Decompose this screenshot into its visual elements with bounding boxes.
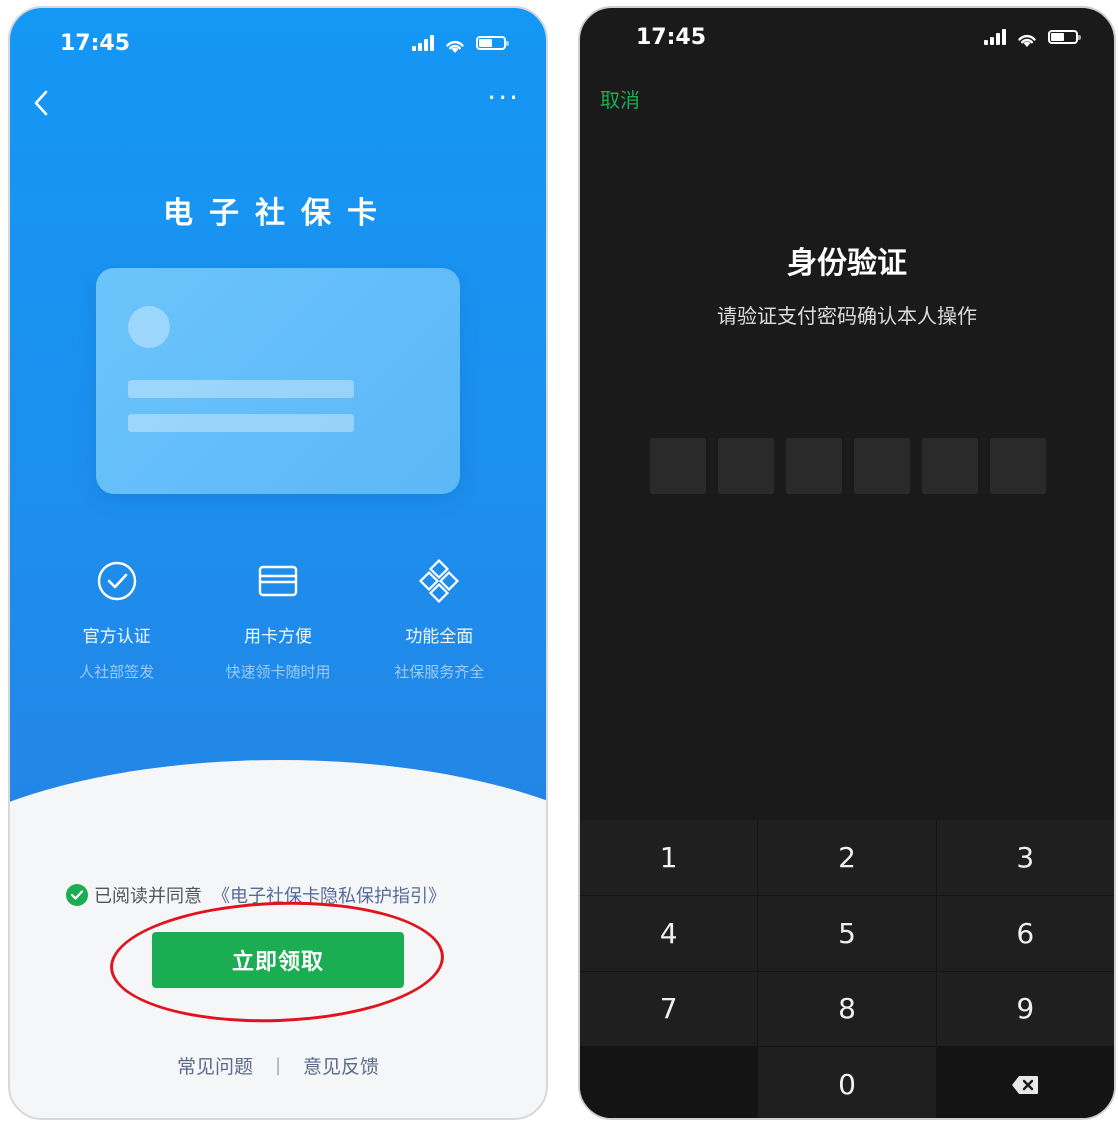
identity-verification-screen: 17:45 取消 身份验证 请验证支付密码确认本人操作 1 2 3 4 5 6 … — [578, 6, 1116, 1120]
key-4[interactable]: 4 — [580, 895, 758, 971]
feature-official: 官方认证 人社部签发 — [42, 556, 192, 682]
numeric-keypad: 1 2 3 4 5 6 7 8 9 0 — [580, 820, 1114, 1118]
feature-title: 功能全面 — [405, 627, 474, 647]
check-circle-icon[interactable] — [66, 884, 88, 906]
agreement-row: 已阅读并同意 《电子社保卡隐私保护指引》 — [66, 882, 506, 908]
card-icon — [203, 556, 353, 606]
feature-subtitle: 快速领卡随时用 — [225, 663, 331, 681]
battery-icon — [1048, 30, 1081, 44]
key-7[interactable]: 7 — [580, 971, 758, 1047]
privacy-guide-link[interactable]: 《电子社保卡隐私保护指引》 — [212, 882, 446, 908]
status-icons — [412, 35, 509, 53]
agreement-text: 已阅读并同意 — [94, 886, 202, 907]
card-illustration — [96, 268, 460, 494]
pin-digit-box[interactable] — [786, 438, 842, 494]
pin-digit-box[interactable] — [990, 438, 1046, 494]
feature-subtitle: 人社部签发 — [79, 663, 155, 681]
key-0[interactable]: 0 — [758, 1047, 936, 1118]
key-blank — [580, 1047, 758, 1118]
key-2[interactable]: 2 — [758, 820, 936, 895]
feature-title: 用卡方便 — [243, 627, 312, 647]
cancel-button[interactable]: 取消 — [600, 84, 640, 113]
pin-input[interactable] — [650, 438, 1046, 494]
faq-link[interactable]: 常见问题 — [177, 1052, 253, 1079]
badge-check-icon — [42, 556, 192, 606]
key-8[interactable]: 8 — [758, 971, 936, 1047]
footer-links: 常见问题 | 意见反馈 — [10, 1052, 546, 1079]
backspace-key[interactable] — [936, 1047, 1114, 1118]
key-5[interactable]: 5 — [758, 895, 936, 971]
curved-divider — [10, 760, 546, 1060]
pin-digit-box[interactable] — [854, 438, 910, 494]
footer-separator: | — [274, 1055, 282, 1076]
feature-comprehensive: 功能全面 社保服务齐全 — [364, 556, 514, 682]
more-options-icon[interactable]: ··· — [487, 84, 520, 112]
wifi-icon — [1016, 29, 1038, 47]
claim-now-button[interactable]: 立即领取 — [152, 932, 404, 988]
pin-digit-box[interactable] — [718, 438, 774, 494]
social-security-card-screen: 17:45 ··· 电子社保卡 官方认证 人社部签发 用卡方便 快速领卡随时用 … — [8, 6, 548, 1120]
feature-list: 官方认证 人社部签发 用卡方便 快速领卡随时用 功能全面 社保服务齐全 — [10, 556, 546, 682]
key-9[interactable]: 9 — [936, 971, 1114, 1047]
back-chevron-icon[interactable] — [28, 86, 54, 120]
nav-bar: ··· — [10, 78, 546, 128]
key-3[interactable]: 3 — [936, 820, 1114, 895]
key-1[interactable]: 1 — [580, 820, 758, 895]
feature-title: 官方认证 — [82, 627, 151, 647]
card-avatar-placeholder — [128, 306, 170, 348]
status-bar: 17:45 — [10, 8, 546, 78]
page-title: 电子社保卡 — [163, 196, 393, 231]
signal-icon — [984, 29, 1006, 45]
status-icons — [984, 29, 1081, 47]
backspace-icon — [1012, 1075, 1039, 1094]
feature-convenient: 用卡方便 快速领卡随时用 — [203, 556, 353, 682]
card-line-placeholder — [128, 380, 354, 398]
feature-subtitle: 社保服务齐全 — [394, 663, 485, 681]
verify-subtitle: 请验证支付密码确认本人操作 — [717, 304, 977, 328]
battery-icon — [476, 36, 509, 50]
pin-digit-box[interactable] — [922, 438, 978, 494]
verify-title: 身份验证 — [787, 246, 907, 281]
diamond-grid-icon — [364, 556, 514, 606]
signal-icon — [412, 35, 434, 51]
status-bar: 17:45 — [580, 8, 1114, 66]
status-time: 17:45 — [60, 30, 131, 56]
status-time: 17:45 — [636, 24, 707, 50]
key-6[interactable]: 6 — [936, 895, 1114, 971]
wifi-icon — [444, 35, 466, 53]
feedback-link[interactable]: 意见反馈 — [303, 1052, 379, 1079]
pin-digit-box[interactable] — [650, 438, 706, 494]
screenshot-stage: 17:45 ··· 电子社保卡 官方认证 人社部签发 用卡方便 快速领卡随时用 … — [0, 0, 1118, 1122]
card-line-placeholder — [128, 414, 354, 432]
